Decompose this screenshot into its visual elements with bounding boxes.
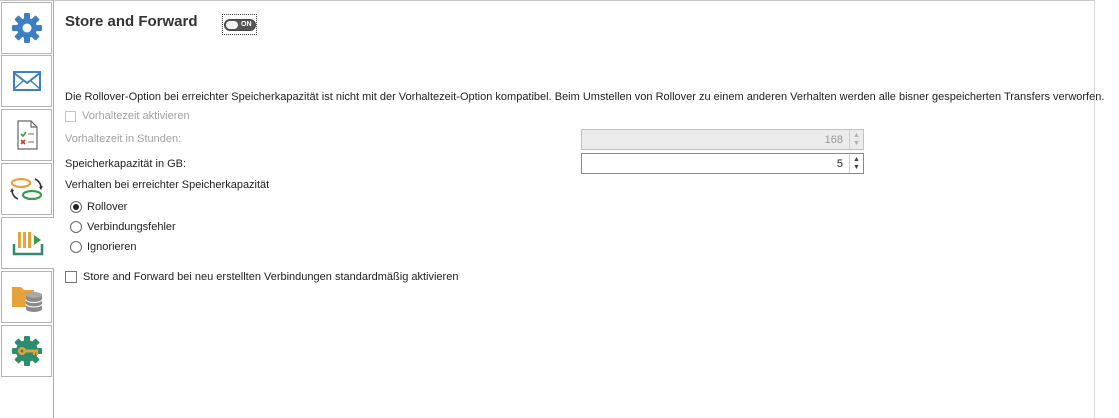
default-enable-row[interactable]: Store and Forward bei neu erstellten Ver… <box>65 271 458 283</box>
sidebar-item-general[interactable] <box>1 2 52 54</box>
capacity-label: Speicherkapazität in GB: <box>65 158 187 170</box>
gear-key-icon <box>11 336 42 366</box>
transfer-cycle-icon <box>9 177 43 201</box>
page-title: Store and Forward <box>65 13 198 30</box>
gear-icon <box>11 13 42 43</box>
radio-label: Verbindungsfehler <box>87 221 176 233</box>
sidebar-item-checklist[interactable] <box>1 109 52 161</box>
radio-rollover[interactable]: Rollover <box>70 201 127 213</box>
retention-checkbox-label: Vorhaltezeit aktivieren <box>82 110 190 122</box>
default-enable-checkbox[interactable] <box>65 271 77 283</box>
sidebar-item-email[interactable] <box>1 55 52 107</box>
chevron-up-icon[interactable]: ▲ <box>853 132 860 140</box>
sidebar-item-storage[interactable] <box>1 271 52 323</box>
sidebar <box>0 0 54 418</box>
radio-label: Rollover <box>87 201 128 213</box>
capacity-arrows[interactable]: ▲ ▼ <box>849 154 863 173</box>
window-right-border <box>1094 0 1095 418</box>
retention-hours-value: 168 <box>824 133 843 146</box>
retention-hours-arrows[interactable]: ▲ ▼ <box>849 130 863 149</box>
sidebar-item-transfer-cycle[interactable] <box>1 163 52 215</box>
store-forward-icon <box>12 232 44 256</box>
chevron-up-icon[interactable]: ▲ <box>853 156 860 164</box>
sidebar-item-license[interactable] <box>1 325 52 377</box>
window-top-border <box>0 0 1095 1</box>
compatibility-notice: Die Rollover-Option bei erreichter Speic… <box>65 91 1105 103</box>
default-enable-label: Store and Forward bei neu erstellten Ver… <box>83 271 459 283</box>
retention-hours-label: Vorhaltezeit in Stunden: <box>65 133 182 145</box>
radio-label: Ignorieren <box>87 241 137 253</box>
capacity-value: 5 <box>836 157 843 170</box>
retention-hours-stepper[interactable]: 168 ▲ ▼ <box>581 129 864 150</box>
store-forward-toggle[interactable]: ON <box>222 14 257 35</box>
toggle-knob <box>225 20 238 29</box>
sidebar-item-store-forward[interactable] <box>1 217 54 269</box>
envelope-icon <box>12 71 41 91</box>
chevron-down-icon[interactable]: ▼ <box>853 164 860 172</box>
retention-checkbox-row[interactable]: Vorhaltezeit aktivieren <box>65 110 190 122</box>
sidebar-divider <box>53 0 54 418</box>
behavior-label: Verhalten bei erreichter Speicherkapazit… <box>65 179 270 191</box>
retention-checkbox[interactable] <box>65 110 76 122</box>
checklist-document-icon <box>16 120 38 150</box>
toggle-switch: ON <box>223 18 256 31</box>
radio-button[interactable] <box>70 241 82 253</box>
capacity-stepper[interactable]: 5 ▲ ▼ <box>581 153 864 174</box>
folder-database-icon <box>11 287 42 312</box>
radio-ignore[interactable]: Ignorieren <box>70 241 137 253</box>
radio-button[interactable] <box>70 221 82 233</box>
toggle-label: ON <box>241 20 252 28</box>
radio-button[interactable] <box>70 201 82 213</box>
radio-connection-error[interactable]: Verbindungsfehler <box>70 221 176 233</box>
chevron-down-icon[interactable]: ▼ <box>853 140 860 148</box>
